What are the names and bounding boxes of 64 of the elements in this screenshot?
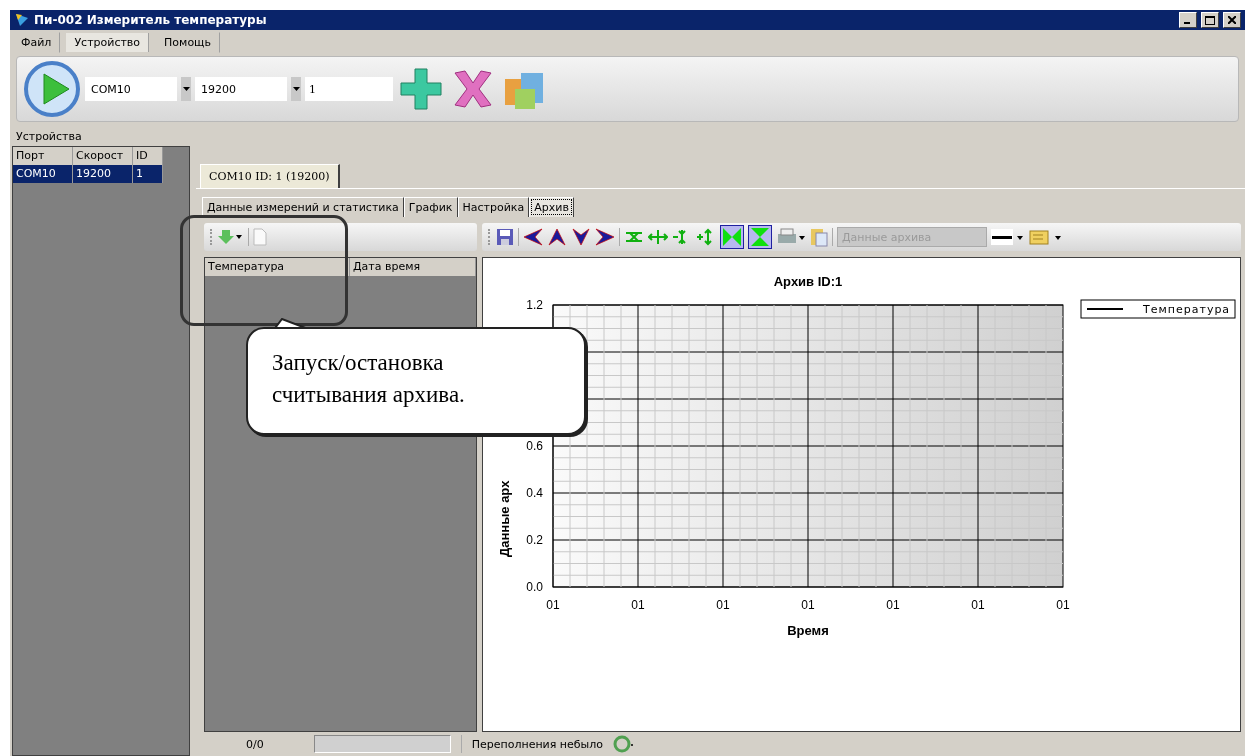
caret-icon[interactable] [292, 87, 300, 91]
status-message: Переполнения небыло [471, 737, 604, 751]
record-counter: 0/0 [246, 737, 264, 751]
dropdown-button[interactable] [291, 77, 301, 101]
y-tick-label: 0.2 [526, 533, 543, 547]
app-icon [14, 12, 30, 28]
port-combo[interactable]: COM10 [85, 77, 177, 101]
document-tab[interactable]: COM10 ID: 1 (19200) [200, 164, 340, 188]
clipboard-icon[interactable] [810, 227, 828, 247]
play-icon[interactable] [23, 60, 81, 118]
legend: Температура [1080, 299, 1236, 319]
column-header[interactable]: Скорост [73, 147, 133, 165]
table-cell[interactable]: COM10 [13, 165, 73, 183]
x-tick-label: 01 [1056, 598, 1070, 612]
column-header[interactable]: Порт [13, 147, 73, 165]
y-tick-label: 0.0 [526, 580, 543, 594]
arrow-icon[interactable] [571, 228, 591, 246]
callout: Запуск/остановка считывания архива. [246, 327, 586, 435]
menu-item[interactable]: Устройство [66, 32, 150, 52]
group-title: Устройства [15, 130, 83, 143]
x-tick-label: 01 [631, 598, 645, 612]
x-tick-label: 01 [546, 598, 560, 612]
save-icon[interactable] [496, 228, 514, 246]
column-header[interactable]: Дата время [350, 258, 476, 276]
tab[interactable]: Данные измерений и статистика [202, 197, 404, 217]
x-tick-label: 01 [801, 598, 815, 612]
x-tick-label: 01 [716, 598, 730, 612]
speed-combo[interactable]: 19200 [195, 77, 287, 101]
tab[interactable]: Настройка [457, 197, 530, 217]
plus-icon[interactable] [397, 65, 445, 113]
arrow-icon[interactable] [547, 228, 567, 246]
arrow-icon[interactable] [595, 228, 615, 246]
fit-icon[interactable] [720, 225, 744, 249]
maximize-button[interactable] [1201, 12, 1219, 28]
id-field[interactable]: 1 [305, 77, 393, 101]
chart-title: Архив ID:1 [773, 274, 843, 289]
x-axis-title: Время [787, 623, 829, 638]
caret-icon[interactable] [182, 87, 190, 91]
fit-icon[interactable] [748, 225, 772, 249]
y-tick-label: 0.4 [526, 486, 543, 500]
y-tick-label: 0.6 [526, 439, 543, 453]
x-tick-label: 01 [971, 598, 985, 612]
table-cell[interactable]: 1 [133, 165, 163, 183]
menu-item[interactable]: Файл [12, 31, 61, 53]
table-cell[interactable]: 19200 [73, 165, 133, 183]
legend-label: Температура [1142, 303, 1231, 316]
close-icon [1228, 16, 1236, 24]
zoom-icon[interactable] [648, 228, 668, 246]
download-icon[interactable] [218, 228, 244, 246]
tab[interactable]: График [403, 197, 458, 217]
x-tick-label: 01 [886, 598, 900, 612]
minimize-button[interactable] [1179, 12, 1197, 28]
maximize-icon [1205, 15, 1215, 25]
dropdown-button[interactable] [181, 77, 191, 101]
column-header[interactable]: Температура [205, 258, 350, 276]
line-style-icon[interactable] [991, 227, 1025, 247]
window-title: Пи-002 Измеритель температуры [34, 13, 268, 27]
y-tick-label: 1.2 [526, 298, 543, 312]
column-header[interactable]: ID [133, 147, 163, 165]
y-axis-title: Данные арх [497, 480, 512, 557]
arrow-icon[interactable] [523, 228, 543, 246]
close-button[interactable] [1223, 12, 1241, 28]
menu-item[interactable]: Помощь [155, 31, 220, 53]
tab[interactable]: Архив [529, 197, 574, 217]
